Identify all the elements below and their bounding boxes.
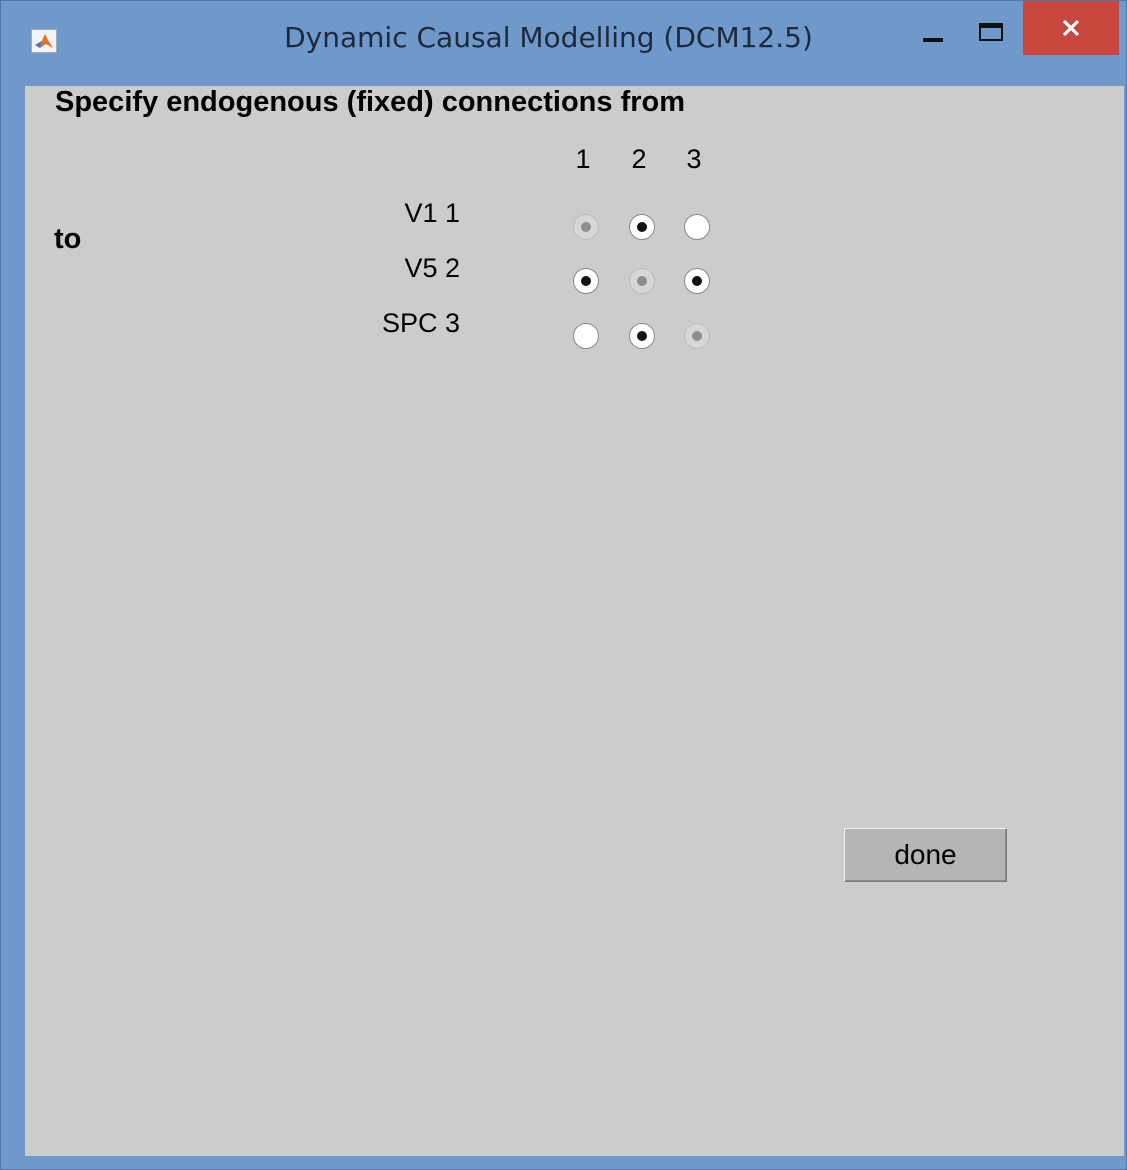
radio-spc-from-2[interactable] — [629, 323, 655, 349]
radio-spc-from-3 — [684, 323, 710, 349]
title-bar[interactable]: Dynamic Causal Modelling (DCM12.5) — [1, 1, 1126, 85]
radio-v5-from-2 — [629, 268, 655, 294]
radio-v1-from-2[interactable] — [629, 214, 655, 240]
column-header-1: 1 — [575, 144, 591, 174]
to-label: to — [54, 223, 82, 255]
radio-v1-from-3[interactable] — [684, 214, 710, 240]
prompt-label: Specify endogenous (fixed) connections f… — [55, 86, 686, 118]
radio-v5-from-3[interactable] — [684, 268, 710, 294]
window-title: Dynamic Causal Modelling (DCM12.5) — [284, 21, 813, 54]
maximize-icon — [979, 23, 1003, 41]
close-icon — [1062, 19, 1080, 37]
dialog-content: Specify endogenous (fixed) connections f… — [25, 86, 1124, 1156]
row-label-v5: V5 2 — [404, 253, 460, 283]
column-header-2: 2 — [631, 144, 647, 174]
done-button[interactable]: done — [844, 828, 1007, 882]
radio-v1-from-1 — [573, 214, 599, 240]
radio-spc-from-1[interactable] — [573, 323, 599, 349]
row-label-spc: SPC 3 — [381, 308, 460, 338]
close-button[interactable] — [1023, 1, 1119, 55]
column-header-3: 3 — [686, 144, 702, 174]
maximize-button[interactable] — [967, 1, 1015, 55]
row-label-v1: V1 1 — [404, 198, 460, 228]
minimize-icon — [923, 38, 943, 42]
minimize-button[interactable] — [909, 1, 955, 55]
radio-v5-from-1[interactable] — [573, 268, 599, 294]
dcm-window: Dynamic Causal Modelling (DCM12.5) Speci… — [0, 0, 1127, 1170]
